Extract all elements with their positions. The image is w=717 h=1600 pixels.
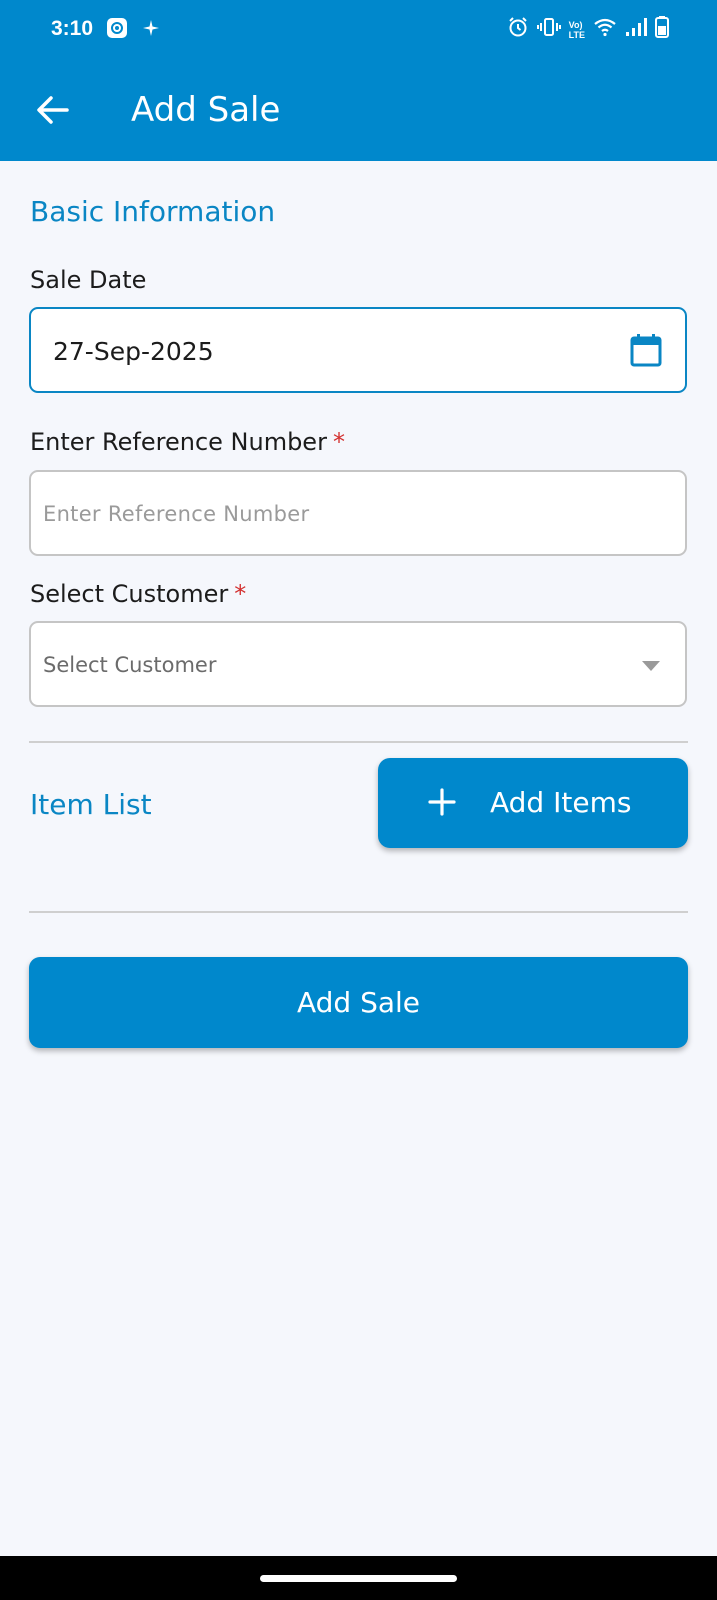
sale-date-label: Sale Date: [30, 266, 147, 294]
customer-select-value: Select Customer: [43, 653, 217, 677]
required-marker: *: [234, 580, 247, 608]
vibrate-icon: [536, 16, 561, 43]
gear-notification-icon: [106, 17, 128, 44]
status-time: 3:10: [51, 17, 94, 40]
reference-number-placeholder: Enter Reference Number: [43, 502, 310, 526]
section-title-item-list: Item List: [30, 788, 152, 821]
divider: [29, 741, 688, 743]
home-gesture-handle[interactable]: [260, 1575, 457, 1582]
sale-date-value: 27-Sep-2025: [53, 337, 214, 366]
page-title: Add Sale: [131, 90, 281, 130]
back-button[interactable]: [31, 88, 75, 132]
sale-date-field[interactable]: 27-Sep-2025: [29, 307, 687, 393]
add-items-button[interactable]: Add Items: [378, 758, 688, 848]
alarm-icon: [507, 16, 529, 43]
navigation-bar: [0, 1556, 717, 1600]
calendar-icon[interactable]: [630, 333, 662, 372]
battery-icon: [655, 16, 669, 43]
customer-label: Select Customer: [30, 580, 229, 608]
arrow-left-icon: [37, 96, 69, 124]
chevron-down-icon: [641, 659, 661, 677]
reference-number-label: Enter Reference Number: [30, 428, 327, 456]
add-sale-button[interactable]: Add Sale: [29, 957, 688, 1048]
section-title-basic-information: Basic Information: [30, 195, 276, 228]
required-marker: *: [332, 428, 345, 456]
sparkle-icon: [142, 19, 160, 42]
signal-icon: [625, 17, 647, 42]
reference-number-input[interactable]: Enter Reference Number: [29, 470, 687, 556]
add-items-label: Add Items: [490, 786, 632, 819]
wifi-icon: [593, 17, 617, 42]
app-bar: 3:10 Vo) LTE Add Sale: [0, 0, 717, 161]
plus-icon: [428, 788, 456, 821]
volte-icon: Vo) LTE: [568, 19, 585, 40]
customer-select[interactable]: Select Customer: [29, 621, 687, 707]
divider: [29, 911, 688, 913]
